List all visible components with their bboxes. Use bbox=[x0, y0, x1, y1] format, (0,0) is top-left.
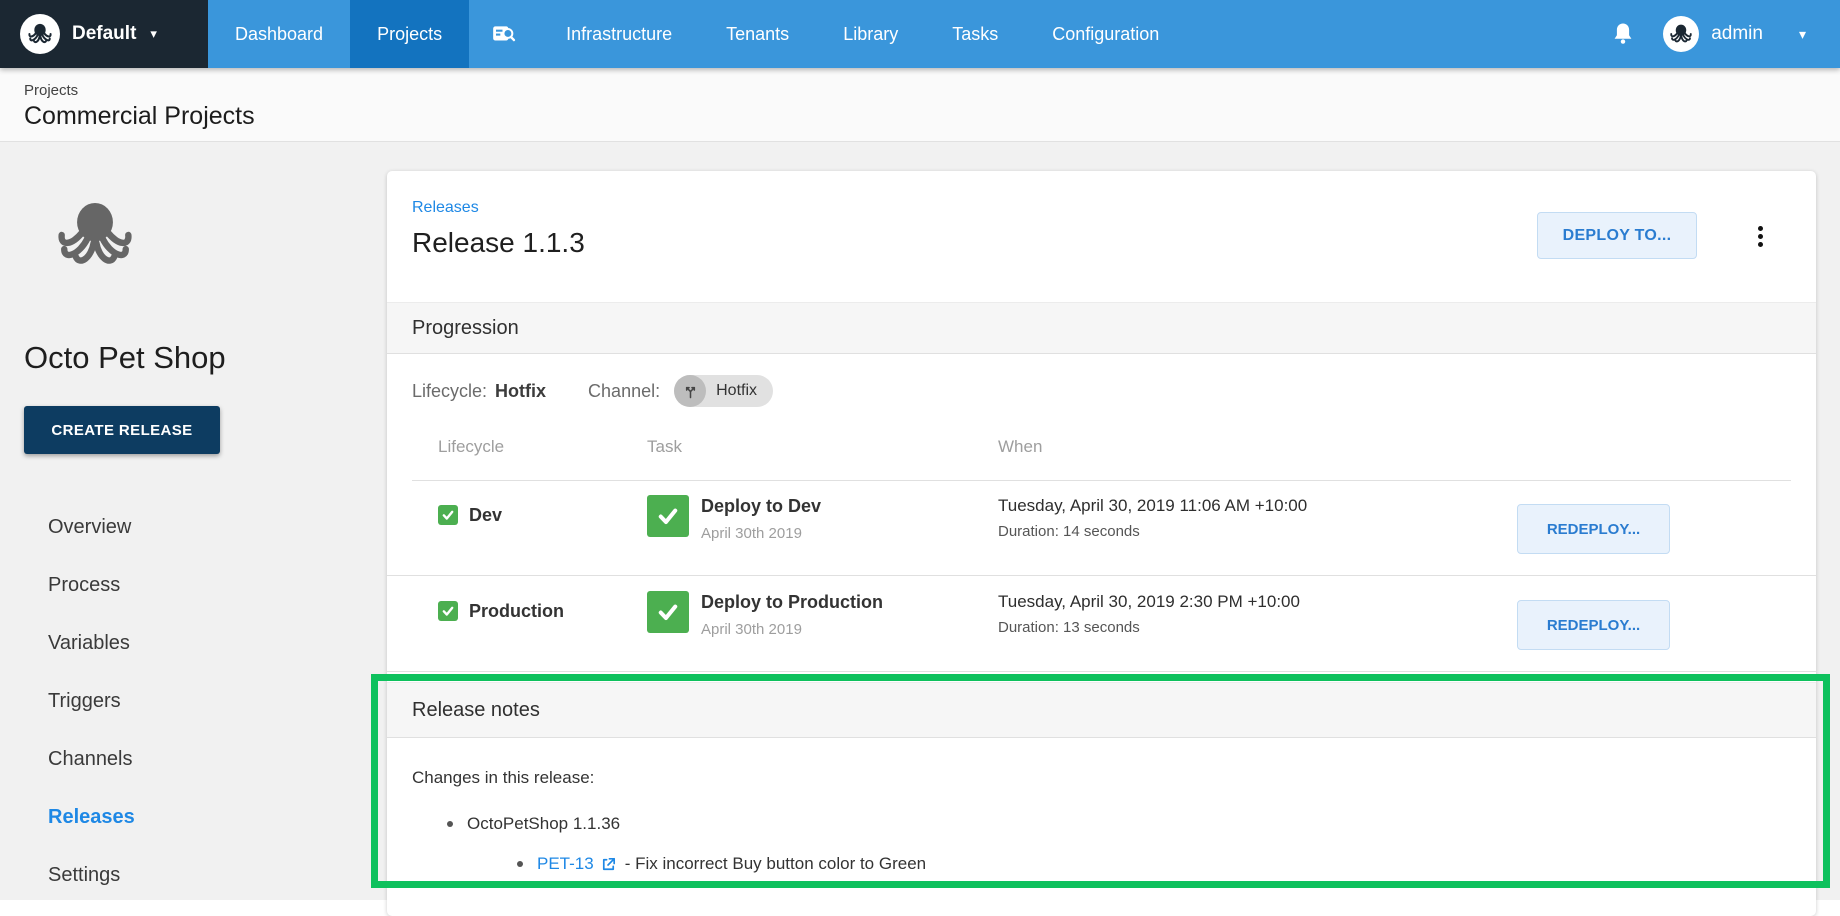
channel-chip-label: Hotfix bbox=[716, 382, 757, 400]
task-date: April 30th 2019 bbox=[701, 525, 821, 542]
deploy-to-button[interactable]: DEPLOY TO... bbox=[1537, 212, 1697, 259]
lifecycle-value: Hotfix bbox=[495, 381, 546, 402]
page-title: Commercial Projects bbox=[24, 102, 255, 131]
table-row: Production Deploy to Production April 30… bbox=[387, 577, 1816, 672]
progression-section-header: Progression bbox=[387, 302, 1816, 354]
redeploy-button[interactable]: REDEPLOY... bbox=[1517, 600, 1670, 650]
branch-icon bbox=[674, 375, 706, 407]
lifecycle-channel-row: Lifecycle: Hotfix Channel: Hotfix bbox=[412, 374, 773, 408]
progression-title: Progression bbox=[412, 317, 519, 340]
redeploy-button[interactable]: REDEPLOY... bbox=[1517, 504, 1670, 554]
when-duration: Duration: 14 seconds bbox=[998, 523, 1307, 540]
list-item: OctoPetShop 1.1.36 bbox=[447, 814, 620, 834]
task-cell: Deploy to Production April 30th 2019 bbox=[701, 592, 883, 638]
issue-description: - Fix incorrect Buy button color to Gree… bbox=[625, 854, 926, 874]
column-header-lifecycle: Lifecycle bbox=[438, 437, 504, 457]
octopus-deploy-release-page: { "topnav": { "space_label": "Default", … bbox=[0, 0, 1840, 900]
task-success-icon bbox=[647, 591, 689, 633]
task-title-link[interactable]: Deploy to Dev bbox=[701, 496, 821, 517]
sidebar-item-overview[interactable]: Overview bbox=[48, 498, 135, 556]
sidebar-item-process[interactable]: Process bbox=[48, 556, 135, 614]
project-sidebar: Octo Pet Shop CREATE RELEASE Overview Pr… bbox=[0, 142, 370, 900]
bullet-icon bbox=[447, 821, 453, 827]
sidebar-item-variables[interactable]: Variables bbox=[48, 614, 135, 672]
search-icon bbox=[491, 21, 517, 47]
nav-tab-library[interactable]: Library bbox=[816, 0, 925, 68]
sidebar-item-triggers[interactable]: Triggers bbox=[48, 672, 135, 730]
chevron-down-icon: ▾ bbox=[1799, 26, 1806, 43]
project-name: Octo Pet Shop bbox=[24, 340, 226, 376]
lifecycle-label: Lifecycle: bbox=[412, 381, 487, 402]
when-timestamp: Tuesday, April 30, 2019 11:06 AM +10:00 bbox=[998, 496, 1307, 516]
when-duration: Duration: 13 seconds bbox=[998, 619, 1300, 636]
create-release-button[interactable]: CREATE RELEASE bbox=[24, 406, 220, 454]
release-title: Release 1.1.3 bbox=[412, 227, 585, 259]
octopus-logo-icon bbox=[20, 14, 60, 54]
package-version-text: OctoPetShop 1.1.36 bbox=[467, 814, 620, 834]
nav-tab-tasks[interactable]: Tasks bbox=[925, 0, 1025, 68]
list-item: PET-13 - Fix incorrect Buy button color … bbox=[517, 854, 926, 874]
overflow-menu-icon[interactable] bbox=[1745, 220, 1775, 252]
bullet-icon bbox=[517, 861, 523, 867]
task-date: April 30th 2019 bbox=[701, 621, 883, 638]
top-navigation: Default ▾ Dashboard Projects Infrastruct… bbox=[0, 0, 1840, 68]
environment-checked-icon bbox=[438, 505, 458, 525]
release-notes-title: Release notes bbox=[412, 699, 540, 722]
nav-search-button[interactable] bbox=[469, 0, 539, 68]
task-title-link[interactable]: Deploy to Production bbox=[701, 592, 883, 613]
release-notes-section-header: Release notes bbox=[387, 682, 1816, 738]
nav-tab-tenants[interactable]: Tenants bbox=[699, 0, 816, 68]
release-card: Releases Release 1.1.3 DEPLOY TO... Prog… bbox=[387, 171, 1816, 916]
task-success-icon bbox=[647, 495, 689, 537]
issue-link[interactable]: PET-13 bbox=[537, 854, 594, 874]
environment-name: Dev bbox=[469, 505, 502, 525]
sidebar-item-channels[interactable]: Channels bbox=[48, 730, 135, 788]
user-name: admin bbox=[1711, 23, 1763, 45]
project-nav: Overview Process Variables Triggers Chan… bbox=[48, 498, 135, 904]
page-header: Projects Commercial Projects bbox=[0, 68, 1840, 142]
task-cell: Deploy to Dev April 30th 2019 bbox=[701, 496, 821, 542]
column-header-task: Task bbox=[647, 437, 682, 457]
when-cell: Tuesday, April 30, 2019 2:30 PM +10:00 D… bbox=[998, 592, 1300, 636]
channel-chip[interactable]: Hotfix bbox=[674, 375, 773, 407]
breadcrumb[interactable]: Projects bbox=[24, 82, 78, 99]
nav-tab-configuration[interactable]: Configuration bbox=[1025, 0, 1186, 68]
nav-tab-dashboard[interactable]: Dashboard bbox=[208, 0, 350, 68]
user-avatar bbox=[1663, 16, 1699, 52]
table-row: Dev Deploy to Dev April 30th 2019 Tuesda… bbox=[387, 481, 1816, 576]
nav-tab-infrastructure[interactable]: Infrastructure bbox=[539, 0, 699, 68]
when-cell: Tuesday, April 30, 2019 11:06 AM +10:00 … bbox=[998, 496, 1307, 540]
when-timestamp: Tuesday, April 30, 2019 2:30 PM +10:00 bbox=[998, 592, 1300, 612]
user-menu[interactable]: admin ▾ bbox=[1663, 16, 1806, 52]
sidebar-item-releases[interactable]: Releases bbox=[48, 788, 135, 846]
releases-breadcrumb-link[interactable]: Releases bbox=[412, 199, 479, 217]
environment-name: Production bbox=[469, 601, 564, 621]
release-notes-intro: Changes in this release: bbox=[412, 768, 594, 788]
nav-right-group: admin ▾ bbox=[1611, 0, 1806, 68]
external-link-icon[interactable] bbox=[600, 856, 617, 873]
chevron-down-icon: ▾ bbox=[150, 26, 157, 42]
nav-tab-projects[interactable]: Projects bbox=[350, 0, 469, 68]
channel-label: Channel: bbox=[588, 381, 660, 402]
project-logo-octopus-icon bbox=[47, 194, 143, 276]
space-switcher[interactable]: Default ▾ bbox=[0, 0, 208, 68]
notifications-bell-icon[interactable] bbox=[1611, 21, 1635, 47]
sidebar-item-settings[interactable]: Settings bbox=[48, 846, 135, 904]
column-header-when: When bbox=[998, 437, 1042, 457]
environment-checked-icon bbox=[438, 601, 458, 621]
space-name: Default bbox=[72, 23, 136, 45]
